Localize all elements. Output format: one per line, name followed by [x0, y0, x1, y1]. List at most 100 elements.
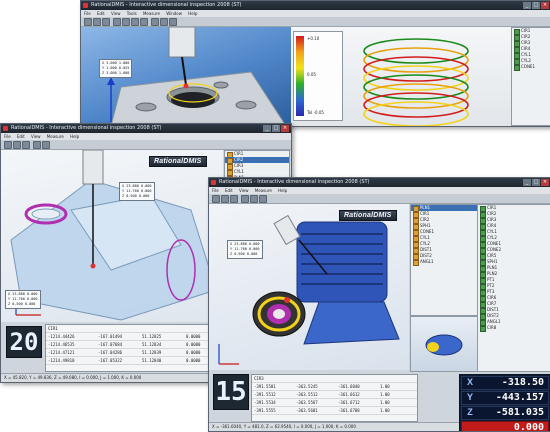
construct-icon[interactable] [131, 18, 139, 26]
tree-item[interactable]: ANGL1 [411, 259, 477, 266]
middle-coordinate-readout: CIR1 -1214.44426 -167.01494 51.12825 0.0000… [45, 324, 227, 372]
point-counter: 20 [6, 326, 42, 358]
menu-file[interactable]: File [84, 11, 91, 16]
top-toolbar [81, 17, 550, 27]
new-icon[interactable] [84, 18, 92, 26]
close-button[interactable]: × [541, 179, 549, 186]
bolt-hole [213, 81, 229, 89]
save-icon[interactable] [22, 141, 30, 149]
menu-view[interactable]: View [239, 188, 249, 193]
menu-edit[interactable]: Edit [97, 11, 105, 16]
probe-icon[interactable] [241, 195, 249, 203]
cylinder-deviation-plot [363, 38, 469, 126]
measure-icon[interactable] [250, 195, 258, 203]
menu-measure[interactable]: Measure [255, 188, 272, 193]
open-icon[interactable] [93, 18, 101, 26]
menu-help[interactable]: Help [188, 11, 197, 16]
window-controls: _ □ × [523, 179, 549, 186]
feature-item[interactable]: CIR8 [478, 325, 550, 332]
dro-row-deviation: 0.000 [461, 421, 549, 431]
feature-item[interactable]: CONE1 [512, 64, 550, 71]
readout-row: -1214.47121 -167.04286 51.12839 0.0000 [46, 349, 226, 357]
front-feature-list: CIR1 CIR2 CIR3 CIR4 CYL1 CYL2 CONE1 CONE… [477, 204, 550, 372]
menu-file[interactable]: File [4, 134, 11, 139]
app-icon [3, 126, 8, 131]
probe-icon[interactable] [33, 141, 41, 149]
measurement-tag: X 3.000 1.000 Y 1.000 0.025 Z 3.000 1.00… [99, 59, 133, 78]
crankcase [303, 301, 400, 345]
dro-row-x: X -318.50 [461, 376, 549, 390]
menu-file[interactable]: File [212, 188, 219, 193]
probe-tip [90, 263, 96, 269]
menu-edit[interactable]: Edit [17, 134, 25, 139]
readout-row: -391.5534 -363.5567 -361.6712 1.00 [252, 399, 417, 407]
dro-x-value: -318.50 [501, 377, 544, 388]
front-toolbar [209, 194, 550, 204]
top-3d-viewport[interactable]: X 3.000 1.000 Y 1.000 0.025 Z 3.000 1.00… [81, 27, 291, 126]
readout-row: -1214.46535 -167.07684 51.12834 0.0000 [46, 341, 226, 349]
menu-view[interactable]: View [111, 11, 121, 16]
front-3d-viewport[interactable]: RationalDMIS X 23.880 0.000 Y 11.760 0.0… [209, 204, 409, 370]
bore-face [31, 208, 61, 220]
tag-line: Z 0.500 0.000 [230, 252, 258, 256]
middle-menu-bar: File Edit View Measure Help [1, 133, 291, 140]
minimize-button[interactable]: _ [523, 2, 531, 9]
close-button[interactable]: × [541, 2, 549, 9]
dro-row-y: Y -443.157 [461, 391, 549, 405]
window-controls: _ □ × [263, 125, 289, 132]
measure-icon[interactable] [122, 18, 130, 26]
view-icon[interactable] [169, 18, 177, 26]
open-icon[interactable] [13, 141, 21, 149]
mini-preview-viewport[interactable] [410, 316, 478, 372]
middle-3d-viewport[interactable]: RationalDMIS X 23.880 0.000 Y 11.760 0.0… [1, 150, 223, 322]
readout-row: -1214.44426 -167.01494 51.12825 0.0000 [46, 333, 226, 341]
new-icon[interactable] [212, 195, 220, 203]
front-application-window: RationalDMIS - Interactive dimensional i… [208, 177, 550, 432]
minimize-button[interactable]: _ [263, 125, 271, 132]
app-icon [211, 180, 216, 185]
open-icon[interactable] [221, 195, 229, 203]
front-program-tree: PLN1 CIR1 CIR2 SPH1 CONE1 CYL1 CYL2 DIST… [410, 204, 478, 316]
readout-header: CIR1 [46, 325, 226, 333]
app-icon [83, 3, 88, 8]
top-menu-bar: File Edit View Tools Measure Window Help [81, 10, 550, 17]
menu-measure[interactable]: Measure [143, 11, 160, 16]
top-analysis-viewport[interactable]: +0.10 0.05 Tol -0.05 [291, 27, 511, 126]
front-window-title-bar[interactable]: RationalDMIS - Interactive dimensional i… [209, 178, 550, 187]
maximize-button[interactable]: □ [532, 2, 540, 9]
measure-icon[interactable] [42, 141, 50, 149]
report-icon[interactable] [140, 18, 148, 26]
menu-window[interactable]: Window [166, 11, 182, 16]
menu-view[interactable]: View [31, 134, 41, 139]
hub-center [273, 309, 285, 319]
probe-icon[interactable] [113, 18, 121, 26]
mini-hub [427, 342, 439, 352]
save-icon[interactable] [230, 195, 238, 203]
readout-row: -1214.49810 -167.05322 51.12840 0.0000 [46, 357, 226, 365]
measurement-tag: X 23.880 0.000 Y 11.760 0.000 Z 0.500 0.… [5, 290, 41, 309]
top-window-title-bar[interactable]: RationalDMIS - Interactive dimensional i… [81, 1, 550, 10]
maximize-button[interactable]: □ [532, 179, 540, 186]
construct-icon[interactable] [259, 195, 267, 203]
deviation-rings [363, 38, 469, 126]
menu-help[interactable]: Help [278, 188, 287, 193]
close-button[interactable]: × [281, 125, 289, 132]
menu-measure[interactable]: Measure [47, 134, 64, 139]
new-icon[interactable] [4, 141, 12, 149]
zoom-icon[interactable] [151, 18, 159, 26]
cmm-probe-head [82, 150, 104, 185]
point-counter: 15 [213, 374, 249, 410]
cmm-probe-head [273, 214, 301, 246]
top-window-title: RationalDMIS - Interactive dimensional i… [91, 2, 242, 8]
tag-line: Z 3.000 1.000 [102, 71, 130, 75]
maximize-button[interactable]: □ [272, 125, 280, 132]
middle-window-title-bar[interactable]: RationalDMIS - Interactive dimensional i… [1, 124, 291, 133]
window-controls: _ □ × [523, 2, 549, 9]
menu-tools[interactable]: Tools [127, 11, 137, 16]
menu-help[interactable]: Help [70, 134, 79, 139]
rotate-icon[interactable] [160, 18, 168, 26]
minimize-button[interactable]: _ [523, 179, 531, 186]
menu-edit[interactable]: Edit [225, 188, 233, 193]
save-icon[interactable] [102, 18, 110, 26]
tag-line: Z 0.500 0.000 [8, 302, 36, 306]
